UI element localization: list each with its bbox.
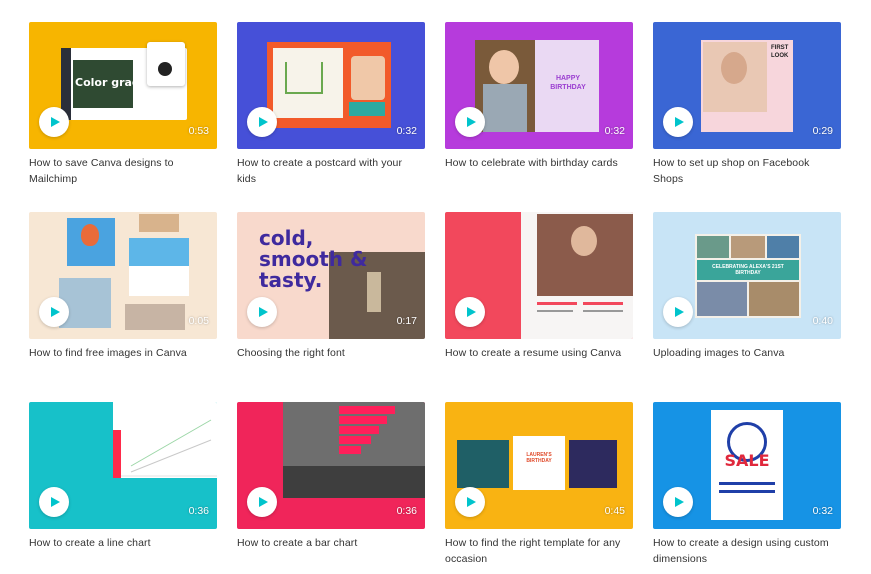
play-button[interactable]: [39, 297, 69, 327]
play-button[interactable]: [663, 297, 693, 327]
thumb-text: cold, smooth & tasty.: [259, 226, 368, 292]
template-card: [457, 440, 509, 488]
video-duration: 0:36: [396, 505, 417, 517]
video-card[interactable]: cold, smooth & tasty. 0:17 Choosing the …: [237, 212, 425, 361]
video-title[interactable]: How to celebrate with birthday cards: [445, 155, 631, 171]
video-duration: 0:32: [812, 505, 833, 517]
video-title[interactable]: How to create a design using custom dime…: [653, 535, 839, 567]
play-icon: [675, 307, 684, 317]
thumb-text: CELEBRATING ALEXA'S 21ST BIRTHDAY: [712, 264, 784, 276]
video-card[interactable]: CELEBRATING ALEXA'S 21ST BIRTHDAY 0:40 U…: [653, 212, 841, 361]
video-duration: 0:36: [188, 505, 209, 517]
video-thumbnail[interactable]: cold, smooth & tasty. 0:17: [237, 212, 425, 339]
play-button[interactable]: [455, 487, 485, 517]
line-chart-icon: [121, 419, 217, 477]
thumb-text: LAUREN'S BIRTHDAY: [526, 452, 552, 464]
video-title[interactable]: How to create a bar chart: [237, 535, 423, 551]
play-button[interactable]: [247, 297, 277, 327]
play-button[interactable]: [663, 487, 693, 517]
play-button[interactable]: [247, 107, 277, 137]
video-thumbnail[interactable]: 0:05: [29, 212, 217, 339]
play-button[interactable]: [247, 487, 277, 517]
video-card[interactable]: FIRST LOOK 0:29 How to set up shop on Fa…: [653, 22, 841, 187]
video-thumbnail[interactable]: [445, 212, 633, 339]
play-icon: [467, 307, 476, 317]
play-icon: [467, 117, 476, 127]
video-title[interactable]: Uploading images to Canva: [653, 345, 839, 361]
bar: [339, 436, 371, 444]
video-thumbnail[interactable]: 0:32: [237, 22, 425, 149]
video-duration: 0:40: [812, 315, 833, 327]
play-icon: [675, 497, 684, 507]
video-thumbnail[interactable]: CELEBRATING ALEXA'S 21ST BIRTHDAY 0:40: [653, 212, 841, 339]
template-card: [569, 440, 617, 488]
play-icon: [259, 117, 268, 127]
video-card[interactable]: 0:05 How to find free images in Canva: [29, 212, 217, 361]
video-card[interactable]: Color grade 0:53 How to save Canva desig…: [29, 22, 217, 187]
play-button[interactable]: [39, 487, 69, 517]
bar: [339, 426, 379, 434]
play-icon: [51, 307, 60, 317]
play-icon: [51, 497, 60, 507]
video-duration: 0:45: [604, 505, 625, 517]
video-duration: 0:05: [188, 315, 209, 327]
video-duration: 0:53: [188, 125, 209, 137]
play-button[interactable]: [455, 297, 485, 327]
video-thumbnail[interactable]: SALE 0:32: [653, 402, 841, 529]
play-icon: [675, 117, 684, 127]
play-button[interactable]: [663, 107, 693, 137]
video-thumbnail[interactable]: HAPPY BIRTHDAY 0:32: [445, 22, 633, 149]
video-title[interactable]: How to create a line chart: [29, 535, 215, 551]
video-card[interactable]: SALE 0:32 How to create a design using c…: [653, 402, 841, 567]
bar: [339, 406, 395, 414]
thumb-text: Color grade: [75, 76, 148, 89]
video-card[interactable]: 0:32 How to create a postcard with your …: [237, 22, 425, 187]
video-duration: 0:32: [604, 125, 625, 137]
thumb-text: SALE: [724, 451, 770, 470]
kid-photo: [351, 56, 385, 100]
video-title[interactable]: Choosing the right font: [237, 345, 423, 361]
video-card[interactable]: 0:36 How to create a line chart: [29, 402, 217, 551]
video-card[interactable]: How to create a resume using Canva: [445, 212, 633, 361]
video-thumbnail[interactable]: 0:36: [237, 402, 425, 529]
video-title[interactable]: How to create a resume using Canva: [445, 345, 631, 361]
video-duration: 0:32: [396, 125, 417, 137]
video-grid: Color grade 0:53 How to save Canva desig…: [0, 0, 871, 574]
video-thumbnail[interactable]: LAUREN'S BIRTHDAY 0:45: [445, 402, 633, 529]
video-title[interactable]: How to create a postcard with your kids: [237, 155, 423, 187]
play-button[interactable]: [455, 107, 485, 137]
thumb-text: FIRST LOOK: [771, 45, 789, 59]
play-icon: [259, 497, 268, 507]
video-duration: 0:17: [396, 315, 417, 327]
play-icon: [51, 117, 60, 127]
thumb-text: HAPPY BIRTHDAY: [550, 75, 586, 91]
bar: [339, 446, 361, 454]
play-icon: [467, 497, 476, 507]
play-icon: [259, 307, 268, 317]
video-title[interactable]: How to find the right template for any o…: [445, 535, 631, 567]
video-card[interactable]: LAUREN'S BIRTHDAY 0:45 How to find the r…: [445, 402, 633, 567]
video-title[interactable]: How to set up shop on Facebook Shops: [653, 155, 839, 187]
video-title[interactable]: How to save Canva designs to Mailchimp: [29, 155, 215, 187]
video-card[interactable]: HAPPY BIRTHDAY 0:32 How to celebrate wit…: [445, 22, 633, 171]
play-button[interactable]: [39, 107, 69, 137]
bar: [339, 416, 387, 424]
video-title[interactable]: How to find free images in Canva: [29, 345, 215, 361]
video-thumbnail[interactable]: 0:36: [29, 402, 217, 529]
video-thumbnail[interactable]: FIRST LOOK 0:29: [653, 22, 841, 149]
video-card[interactable]: 0:36 How to create a bar chart: [237, 402, 425, 551]
video-thumbnail[interactable]: Color grade 0:53: [29, 22, 217, 149]
video-duration: 0:29: [812, 125, 833, 137]
